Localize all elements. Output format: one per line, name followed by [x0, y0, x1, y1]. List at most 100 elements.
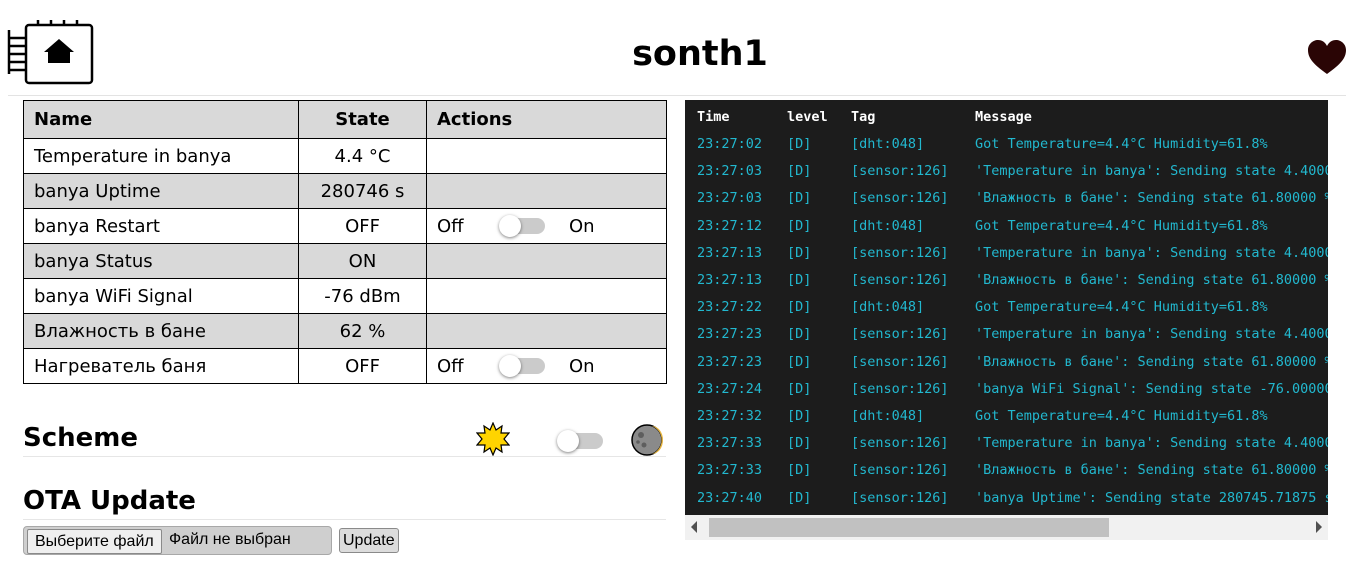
ota-heading: OTA Update — [23, 486, 196, 516]
heater-toggle-switch[interactable] — [499, 355, 545, 377]
log-message: 'Влажность в бане': Sending state 61.800… — [975, 272, 1328, 288]
column-header-actions: Actions — [426, 100, 667, 139]
log-tag: [dht:048] — [851, 136, 925, 152]
log-time: 23:27:24 — [697, 380, 763, 397]
log-column-tag: Tag — [851, 109, 876, 125]
choose-file-button[interactable]: Выберите файл — [27, 529, 162, 554]
scroll-right-arrow-icon[interactable] — [1316, 521, 1322, 533]
entity-state: 4.4 °C — [298, 138, 427, 174]
log-tag: [sensor:126] — [851, 489, 949, 506]
log-message: 'Temperature in banya': Sending state 4.… — [975, 435, 1328, 452]
entities-table: Name State Actions Temperature in banya … — [23, 100, 667, 384]
log-message: Got Temperature=4.4°C Humidity=61.8% — [975, 217, 1268, 234]
file-status-label: Файл не выбран — [169, 531, 291, 548]
column-header-state: State — [298, 100, 427, 139]
page-title: sonth1 — [632, 34, 768, 74]
log-level: [D] — [787, 353, 812, 370]
entity-name: banya Status — [23, 243, 299, 279]
log-tag: [dht:048] — [851, 408, 925, 424]
log-level: [D] — [787, 462, 812, 479]
log-console[interactable]: Time level Tag Message 23:27:02 [D] [dht:0… — [685, 100, 1328, 515]
entity-name: banya WiFi Signal — [23, 278, 299, 314]
file-input: Выберите файл Файл не выбран — [23, 526, 332, 555]
update-button[interactable]: Update — [339, 528, 399, 553]
table-header-row: Name State Actions — [23, 100, 667, 139]
log-message: Got Temperature=4.4°C Humidity=61.8% — [975, 299, 1268, 316]
table-row: Temperature in banya 4.4 °C — [23, 138, 667, 174]
heart-icon[interactable] — [1307, 40, 1347, 76]
log-time: 23:27:02 — [697, 136, 763, 152]
ota-divider — [23, 519, 666, 520]
entity-state: OFF — [298, 348, 427, 384]
entity-actions — [426, 173, 667, 209]
log-tag: [sensor:126] — [851, 244, 949, 261]
log-column-time: Time — [697, 109, 730, 125]
scrollbar-thumb[interactable] — [709, 518, 1109, 537]
entity-name: banya Uptime — [23, 173, 299, 209]
log-time: 23:27:40 — [697, 489, 763, 506]
log-time: 23:27:23 — [697, 326, 763, 343]
scheme-toggle-switch[interactable] — [557, 430, 603, 452]
log-message: 'Temperature in banya': Sending state 4.… — [975, 163, 1328, 180]
entity-name: Temperature in banya — [23, 138, 299, 174]
log-message: 'banya WiFi Signal': Sending state -76.0… — [975, 380, 1328, 397]
log-message: 'Temperature in banya': Sending state 4.… — [975, 326, 1328, 343]
entity-name: Нагреватель баня — [23, 348, 299, 384]
log-time: 23:27:13 — [697, 272, 763, 288]
log-level: [D] — [787, 244, 812, 261]
log-level: [D] — [787, 272, 812, 288]
log-level: [D] — [787, 136, 812, 152]
log-column-level: level — [787, 109, 828, 125]
entity-actions: Off On — [426, 208, 667, 244]
entity-name: Влажность в бане — [23, 313, 299, 349]
entity-actions — [426, 278, 667, 314]
table-row: banya Uptime 280746 s — [23, 173, 667, 209]
entity-actions: Off On — [426, 348, 667, 384]
log-message: 'Влажность в бане': Sending state 61.800… — [975, 190, 1328, 207]
toggle-off-label: Off — [437, 215, 464, 237]
toggle-knob — [557, 430, 579, 452]
entity-state: 62 % — [298, 313, 427, 349]
log-level: [D] — [787, 190, 812, 207]
log-time: 23:27:33 — [697, 462, 763, 479]
table-row: Влажность в бане 62 % — [23, 313, 667, 349]
log-message: Got Temperature=4.4°C Humidity=61.8% — [975, 408, 1268, 424]
sun-icon — [475, 421, 511, 457]
log-level: [D] — [787, 435, 812, 452]
log-level: [D] — [787, 380, 812, 397]
restart-toggle-switch[interactable] — [499, 215, 545, 237]
log-tag: [dht:048] — [851, 299, 925, 316]
log-tag: [sensor:126] — [851, 163, 949, 180]
log-time: 23:27:13 — [697, 244, 763, 261]
log-tag: [sensor:126] — [851, 435, 949, 452]
log-tag: [sensor:126] — [851, 353, 949, 370]
log-time: 23:27:32 — [697, 408, 763, 424]
entity-actions — [426, 243, 667, 279]
entity-name: banya Restart — [23, 208, 299, 244]
log-tag: [sensor:126] — [851, 190, 949, 207]
log-time: 23:27:23 — [697, 353, 763, 370]
toggle-on-label: On — [569, 215, 595, 237]
scheme-heading: Scheme — [23, 423, 139, 453]
log-message: 'Влажность в бане': Sending state 61.800… — [975, 353, 1328, 370]
log-message: Got Temperature=4.4°C Humidity=61.8% — [975, 136, 1268, 152]
column-header-name: Name — [23, 100, 299, 139]
log-horizontal-scrollbar[interactable] — [685, 515, 1328, 540]
table-row: Нагреватель баня OFF Off On — [23, 348, 667, 384]
entity-state: OFF — [298, 208, 427, 244]
log-time: 23:27:03 — [697, 190, 763, 207]
log-message: 'Temperature in banya': Sending state 4.… — [975, 244, 1328, 261]
header-divider — [8, 95, 1346, 96]
log-time: 23:27:12 — [697, 217, 763, 234]
table-row: banya Status ON — [23, 243, 667, 279]
log-level: [D] — [787, 299, 812, 316]
scroll-left-arrow-icon[interactable] — [691, 521, 697, 533]
log-tag: [sensor:126] — [851, 380, 949, 397]
log-tag: [sensor:126] — [851, 462, 949, 479]
log-level: [D] — [787, 489, 812, 506]
entity-state: ON — [298, 243, 427, 279]
log-level: [D] — [787, 217, 812, 234]
moon-icon — [630, 423, 664, 457]
table-row: banya WiFi Signal -76 dBm — [23, 278, 667, 314]
entity-state: 280746 s — [298, 173, 427, 209]
